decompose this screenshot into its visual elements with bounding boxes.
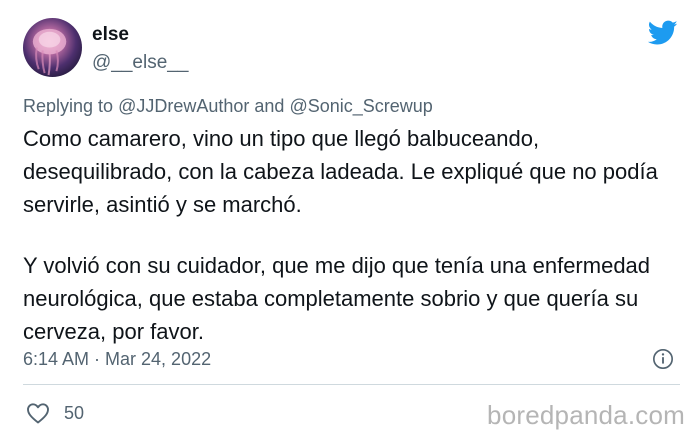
twitter-bird-icon[interactable] (648, 20, 678, 46)
replying-to: Replying to @JJDrewAuthor and @Sonic_Scr… (23, 96, 433, 117)
user-handle[interactable]: @__else__ (92, 52, 188, 74)
tweet-paragraph: Y volvió con su cuidador, que me dijo qu… (23, 253, 651, 344)
avatar[interactable] (23, 18, 82, 77)
info-icon[interactable] (652, 348, 674, 370)
replying-prefix: Replying to (23, 96, 114, 116)
replying-joiner: and (254, 96, 285, 116)
heart-icon[interactable] (26, 402, 50, 424)
watermark: boredpanda.com (487, 400, 685, 430)
timestamp[interactable]: 6:14 AM · Mar 24, 2022 (23, 349, 211, 370)
mention-link[interactable]: @Sonic_Screwup (289, 96, 432, 116)
tweet-paragraph: Como camarero, vino un tipo que llegó ba… (23, 126, 658, 217)
like-count[interactable]: 50 (64, 403, 84, 424)
divider (23, 384, 680, 385)
tweet-card: else @__else__ Replying to @JJDrewAuthor… (0, 0, 700, 441)
tweet-text: Como camarero, vino un tipo que llegó ba… (23, 122, 683, 348)
jellyfish-avatar-image (32, 28, 67, 76)
mention-link[interactable]: @JJDrewAuthor (118, 96, 249, 116)
display-name[interactable]: else (92, 24, 129, 46)
